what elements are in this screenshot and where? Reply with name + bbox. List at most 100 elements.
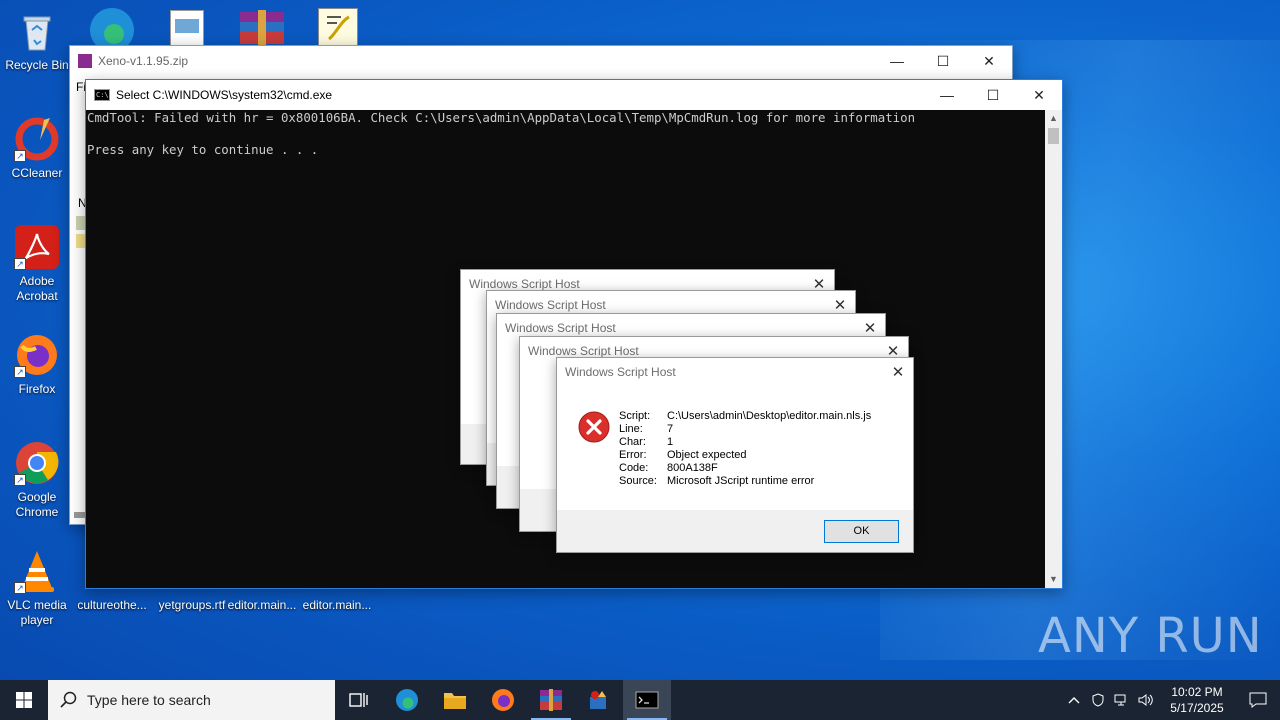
shortcut-arrow-icon: ↗: [14, 258, 26, 270]
chrome-icon: ↗: [14, 440, 60, 486]
firefox-icon: ↗: [14, 332, 60, 378]
firefox-icon: [492, 689, 514, 711]
desktop-icon-label: Google Chrome: [15, 490, 59, 519]
error-label: Error:: [619, 449, 647, 461]
desktop-icon-firefox[interactable]: ↗ Firefox: [0, 332, 74, 397]
desktop-file-label[interactable]: editor.main...: [220, 598, 304, 612]
task-view-button[interactable]: [335, 680, 383, 720]
folder-icon: [444, 693, 466, 709]
close-button[interactable]: ✕: [1016, 80, 1062, 110]
shortcut-arrow-icon: ↗: [14, 474, 26, 486]
wsh-error-dialog[interactable]: Windows Script Host ✕ Script: C:\Users\ad…: [556, 357, 914, 553]
minimize-button[interactable]: —: [924, 80, 970, 110]
taskbar-cmd[interactable]: [623, 680, 671, 720]
shield-icon: [1092, 693, 1104, 707]
minimize-button[interactable]: —: [874, 46, 920, 76]
taskbar-firefox[interactable]: [479, 680, 527, 720]
code-value: 800A138F: [667, 462, 718, 474]
console-line: CmdTool: Failed with hr = 0x800106BA. Ch…: [87, 110, 916, 125]
script-file-icon[interactable]: [318, 8, 358, 46]
app-icon: [590, 691, 606, 709]
taskbar-winrar[interactable]: [527, 680, 575, 720]
desktop-icon-label: Adobe Acrobat: [16, 274, 58, 303]
scroll-down-icon[interactable]: ▼: [1045, 571, 1062, 588]
cmd-window-title: Select C:\WINDOWS\system32\cmd.exe: [116, 88, 333, 102]
taskbar: Type here to search 10:02 PM 5/17/2025: [0, 680, 1280, 720]
tray-clock[interactable]: 10:02 PM 5/17/2025: [1158, 684, 1236, 716]
dialog-title: Windows Script Host: [469, 277, 580, 291]
winrar-icon: [78, 54, 92, 68]
zip-window-title: Xeno-v1.1.95.zip: [98, 54, 189, 68]
recycle-bin-icon: [14, 8, 60, 54]
network-icon: [1114, 694, 1126, 706]
edge-icon: [396, 689, 418, 711]
clock-time: 10:02 PM: [1171, 685, 1223, 699]
script-label: Script:: [619, 410, 651, 422]
desktop-file-label[interactable]: cultureothe...: [70, 598, 154, 612]
shortcut-arrow-icon: ↗: [14, 366, 26, 378]
chevron-up-icon: [1068, 697, 1080, 704]
desktop-file-label[interactable]: editor.main...: [295, 598, 379, 612]
source-label: Source:: [619, 475, 657, 487]
scroll-up-icon[interactable]: ▲: [1045, 110, 1062, 127]
vlc-icon: ↗: [14, 548, 60, 594]
tray-defender[interactable]: [1086, 680, 1110, 720]
taskbar-search-box[interactable]: Type here to search: [48, 680, 335, 720]
clock-date: 5/17/2025: [1170, 701, 1224, 715]
shortcut-arrow-icon: ↗: [14, 150, 26, 162]
maximize-button[interactable]: ☐: [920, 46, 966, 76]
image-file-icon[interactable]: [170, 10, 204, 46]
line-value: 7: [667, 423, 674, 435]
start-button[interactable]: [0, 680, 48, 720]
error-value: Object expected: [667, 449, 747, 461]
script-value: C:\Users\admin\Desktop\editor.main.nls.j…: [667, 410, 872, 422]
cmd-titlebar[interactable]: C:\ Select C:\WINDOWS\system32\cmd.exe —…: [86, 80, 1062, 110]
dialog-title: Windows Script Host: [505, 321, 616, 335]
error-icon: [578, 411, 610, 443]
taskbar-file-explorer[interactable]: [431, 680, 479, 720]
scroll-thumb[interactable]: [1048, 128, 1059, 144]
close-icon[interactable]: ✕: [825, 296, 855, 314]
desktop-icon-adobe-acrobat[interactable]: ↗ Adobe Acrobat: [0, 224, 74, 304]
desktop-icon-vlc[interactable]: ↗ VLC media player: [0, 548, 74, 628]
anyrun-watermark: ANY RUN: [1038, 608, 1263, 664]
taskbar-app[interactable]: [575, 680, 623, 720]
close-icon[interactable]: ✕: [855, 319, 885, 337]
desktop-icon-label: VLC media player: [7, 598, 67, 627]
tray-volume[interactable]: [1134, 680, 1158, 720]
error-details: Script: C:\Users\admin\Desktop\editor.mai…: [619, 410, 871, 488]
tray-network[interactable]: [1110, 680, 1134, 720]
desktop-icon-recycle-bin[interactable]: Recycle Bin: [0, 8, 74, 73]
search-placeholder: Type here to search: [87, 692, 211, 708]
dialog-title: Windows Script Host: [528, 344, 639, 358]
dialog-titlebar[interactable]: Windows Script Host ✕: [557, 358, 913, 386]
edge-desktop-icon[interactable]: [88, 6, 136, 52]
source-value: Microsoft JScript runtime error: [667, 475, 815, 487]
close-button[interactable]: ✕: [966, 46, 1012, 76]
cmd-icon: [635, 691, 659, 709]
adobe-acrobat-icon: ↗: [14, 224, 60, 270]
dialog-title: Windows Script Host: [565, 365, 676, 379]
ok-button[interactable]: OK: [824, 520, 899, 543]
console-line: Press any key to continue . . .: [87, 142, 319, 157]
close-icon[interactable]: ✕: [883, 363, 913, 381]
desktop-icon-label: Recycle Bin: [5, 58, 69, 72]
show-hidden-icons-button[interactable]: [1062, 680, 1086, 720]
taskbar-edge[interactable]: [383, 680, 431, 720]
desktop-icon-ccleaner[interactable]: ↗ CCleaner: [0, 116, 74, 181]
desktop-icon-label: CCleaner: [11, 166, 63, 180]
ccleaner-icon: ↗: [14, 116, 60, 162]
zip-titlebar[interactable]: Xeno-v1.1.95.zip — ☐ ✕: [70, 46, 1012, 76]
speaker-icon: [1138, 694, 1153, 706]
desktop-icon-google-chrome[interactable]: ↗ Google Chrome: [0, 440, 74, 520]
maximize-button[interactable]: ☐: [970, 80, 1016, 110]
search-icon: [60, 691, 77, 708]
cmd-icon: C:\: [94, 89, 110, 101]
code-label: Code:: [619, 462, 649, 474]
winrar-desktop-icon[interactable]: [238, 10, 286, 46]
notification-icon: [1249, 692, 1267, 708]
line-label: Line:: [619, 423, 643, 435]
notification-center-button[interactable]: [1236, 680, 1280, 720]
vertical-scrollbar[interactable]: ▲ ▼: [1045, 110, 1062, 588]
